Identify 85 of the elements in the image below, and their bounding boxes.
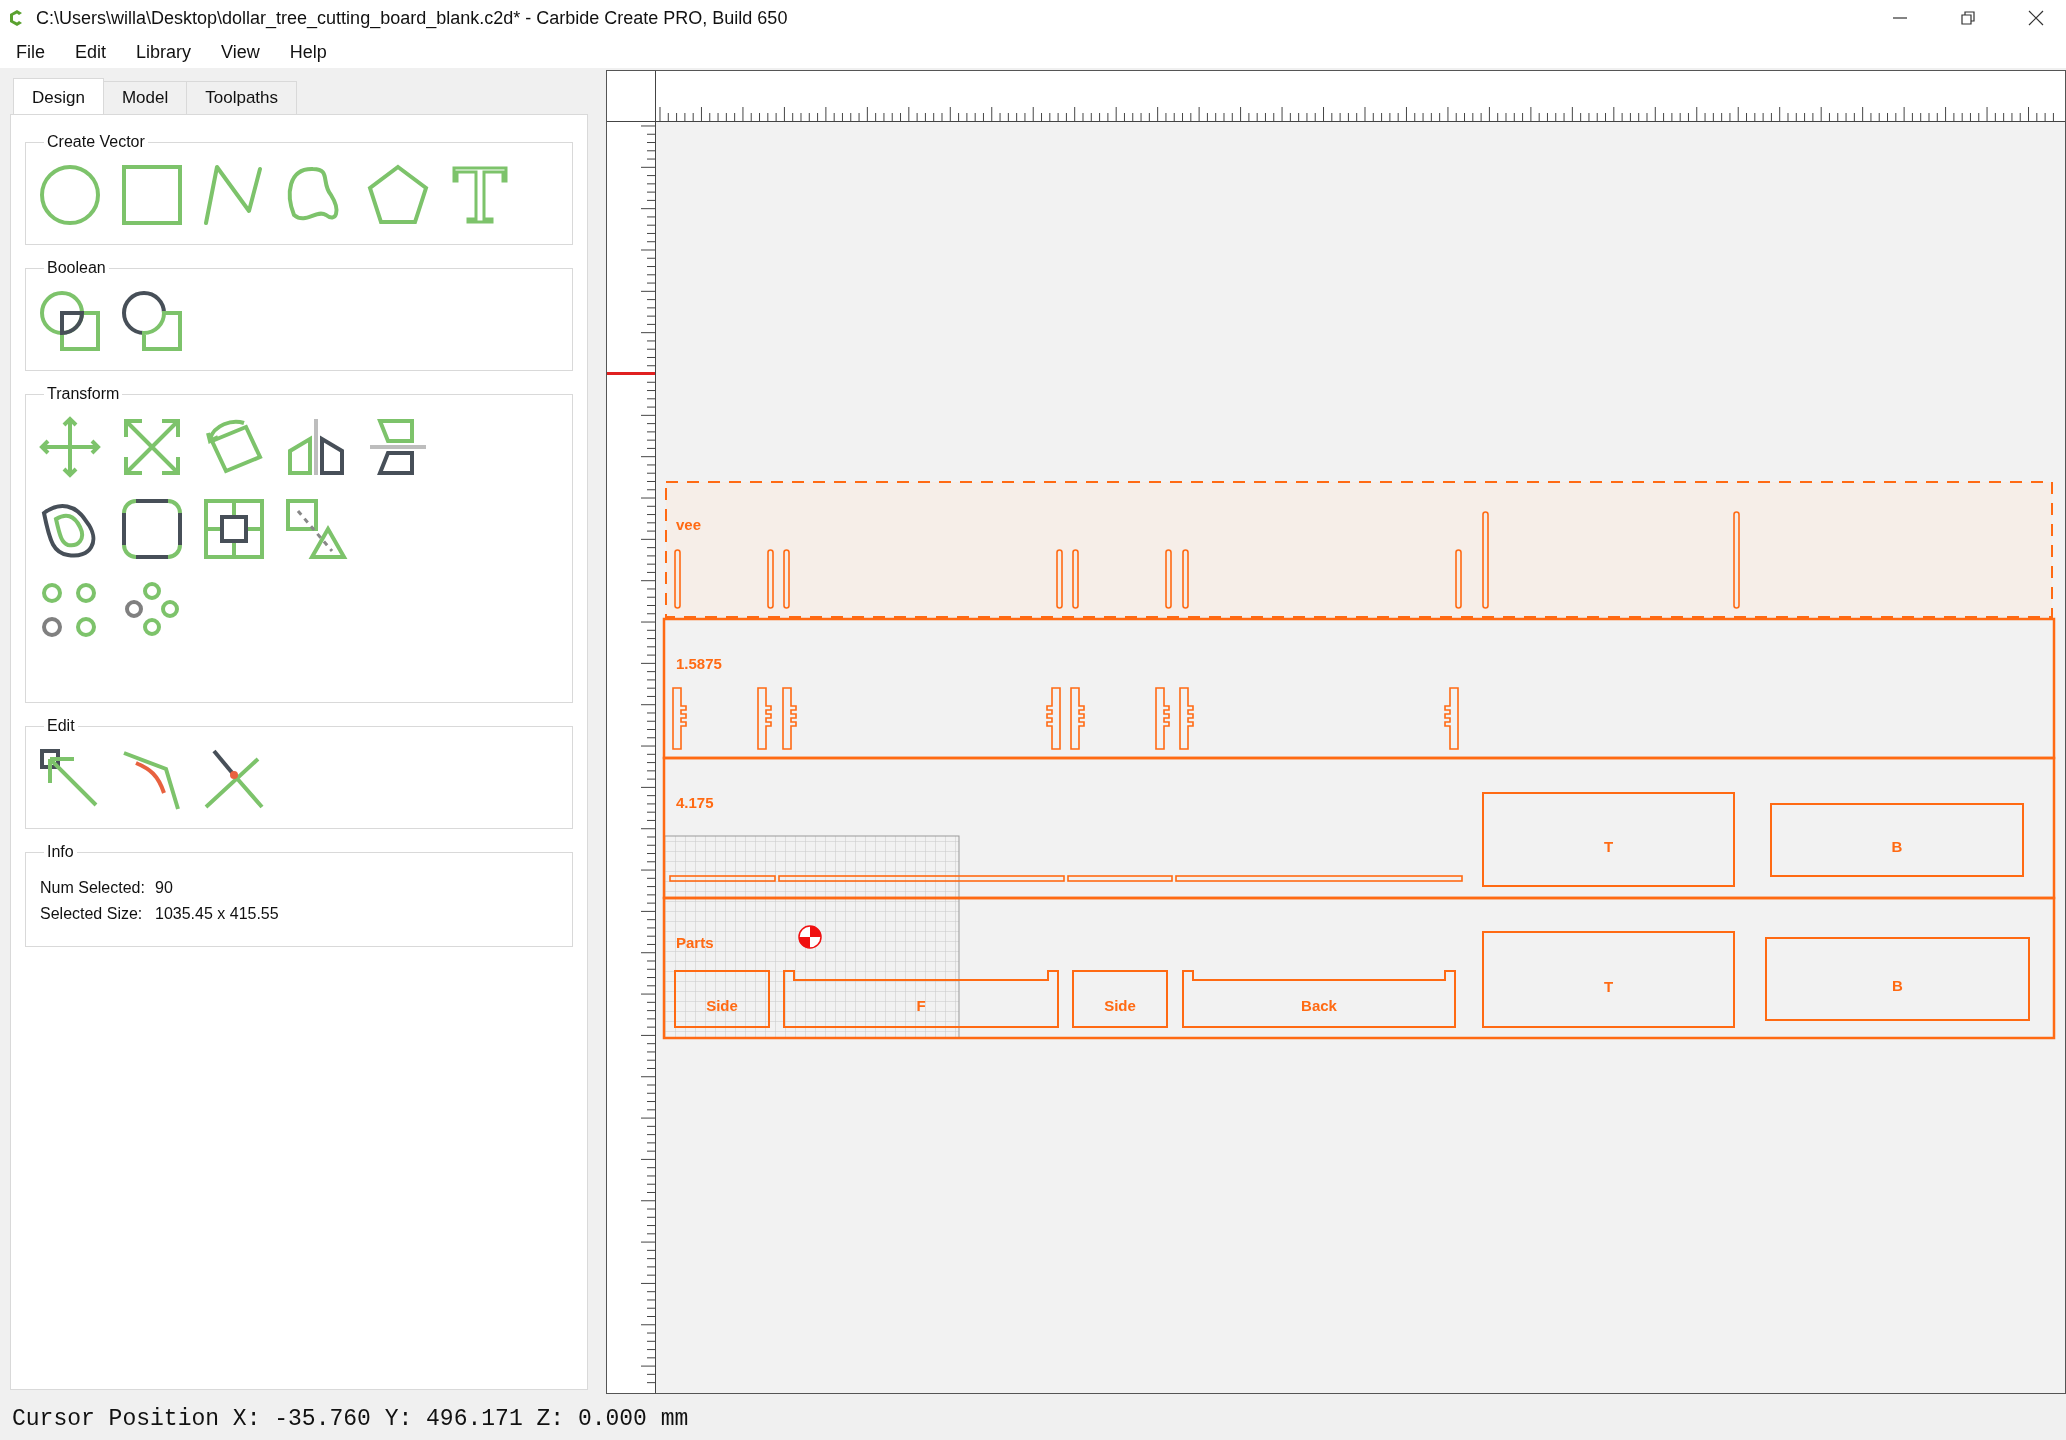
rectangle-icon[interactable] [122,165,182,225]
section-title: Transform [46,385,121,403]
window-title: C:\Users\willa\Desktop\dollar_tree_cutting_board_blank.c2d* - Carbide Create PRO, Build 650 [36,7,788,29]
letter-t-icon[interactable] [450,165,510,225]
info-label: Num Selected: [40,879,146,897]
section-title: Create Vector [46,133,146,151]
section-title: Boolean [46,259,107,277]
polyline-icon[interactable] [204,165,264,225]
slot-shape[interactable] [1056,549,1063,609]
trim-icon[interactable] [204,749,264,809]
strip-shape[interactable] [1175,875,1463,882]
menu-item[interactable]: File [16,41,45,63]
info-value: 90 [155,879,174,897]
mirror-icon[interactable] [286,417,346,477]
part-outline[interactable] [674,970,770,1028]
finger-joint-shape[interactable] [1179,687,1194,750]
finger-joint-shape[interactable] [672,687,687,750]
slot-shape[interactable] [674,549,681,609]
part-label: Side [706,997,738,1014]
position-marker [607,372,655,375]
close-icon[interactable] [2028,10,2044,26]
move-icon[interactable] [40,417,100,477]
strip-shape[interactable] [1067,875,1173,882]
menu-item[interactable]: View [221,41,260,63]
menu-item[interactable]: Help [289,41,327,63]
square-triangle-icon[interactable] [286,499,346,559]
status-text: Cursor Position X: -35.760 Y: 496.171 Z: 0.000 mm [12,1406,689,1432]
slot-shape[interactable] [1482,511,1489,609]
part-label: T [1603,977,1614,995]
part-label: B [1891,838,1903,855]
section-title: Info [46,843,75,861]
part-outline[interactable] [783,970,1059,1028]
finger-joint-shape[interactable] [1046,687,1061,750]
slot-shape[interactable] [1182,549,1189,609]
part-label: Back [1301,997,1337,1014]
group-outline[interactable] [665,481,2053,618]
slot-shape[interactable] [783,549,790,609]
group-label: Parts [676,934,714,951]
subtract-icon[interactable] [122,291,182,351]
finger-joint-shape[interactable] [757,687,772,750]
tab[interactable]: Toolpaths [186,81,297,114]
pentagon-icon[interactable] [368,165,428,225]
restore-icon[interactable] [1960,10,1976,26]
info-label: Selected Size: [40,905,144,923]
group-label: vee [676,516,702,533]
slot-shape[interactable] [1072,549,1079,609]
union-icon[interactable] [40,291,100,351]
info-value: 1035.45 x 415.55 [155,905,280,923]
part-outline[interactable] [1482,792,1735,887]
flip-icon[interactable] [368,417,428,477]
node-edit-icon[interactable] [40,749,100,809]
slot-shape[interactable] [1165,549,1172,609]
slot-shape[interactable] [1455,549,1462,609]
group-label: 1.5875 [676,655,722,672]
slot-shape[interactable] [1733,511,1740,609]
part-outline[interactable] [1482,931,1735,1028]
part-outline[interactable] [1765,937,2030,1021]
finger-joint-shape[interactable] [1155,687,1170,750]
part-label: B [1892,977,1903,994]
finger-joint-shape[interactable] [782,687,797,750]
section-title: Edit [46,717,76,735]
part-outline[interactable] [1770,803,2024,877]
menu-item[interactable]: Edit [75,41,107,63]
strip-shape[interactable] [669,875,776,882]
group-label: 4.175 [676,794,714,811]
group-outline[interactable] [662,617,2056,760]
menu-item[interactable]: Library [136,41,192,63]
group-outline[interactable] [662,896,2056,1040]
fillet-icon[interactable] [122,499,182,559]
align-center-icon[interactable] [204,499,264,559]
finger-joint-shape[interactable] [1070,687,1085,750]
group-outline[interactable] [662,756,2056,900]
finger-joint-shape[interactable] [1444,687,1459,750]
circle-icon[interactable] [40,165,100,225]
part-label: Side [1104,997,1136,1014]
part-outline[interactable] [1072,970,1168,1028]
bend-icon[interactable] [122,749,182,809]
origin-marker-icon [798,925,822,949]
part-label: T [1603,837,1614,855]
tab[interactable]: Design [13,78,104,114]
scale-icon[interactable] [122,417,182,477]
part-outline[interactable] [1182,970,1456,1028]
strip-shape[interactable] [778,875,1065,882]
part-label: F [916,997,926,1014]
slot-shape[interactable] [767,549,774,609]
